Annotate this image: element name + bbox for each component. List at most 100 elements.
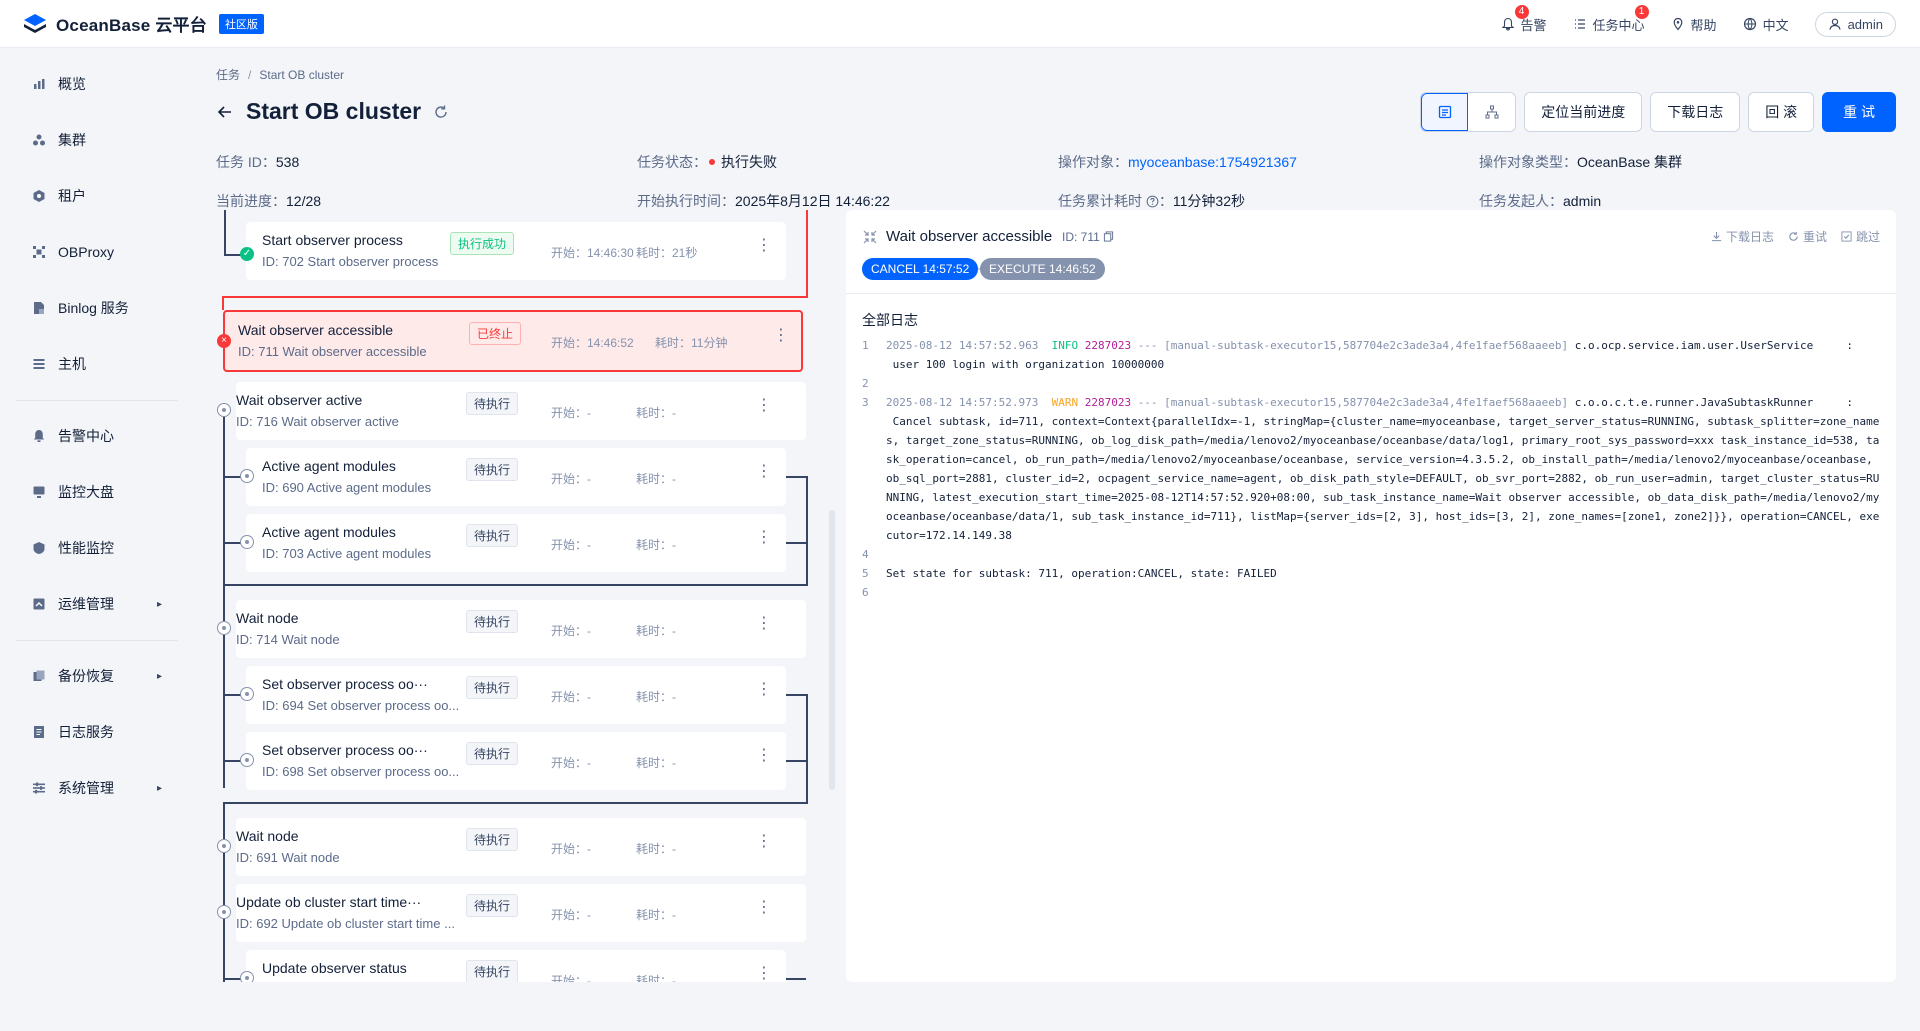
subtask-name: Wait node: [236, 828, 299, 844]
subtask-card[interactable]: Wait observer active ID: 716 Wait observ…: [236, 382, 806, 440]
question-circle-icon[interactable]: [1146, 195, 1159, 208]
copy-icon[interactable]: [1103, 231, 1114, 242]
refresh-icon[interactable]: [433, 104, 449, 120]
subtask-start: 开始：14:46:30: [551, 246, 634, 260]
subtask-cost: 耗时：-: [636, 690, 676, 704]
subtask-id: ID: 692 Update ob cluster start time ...: [236, 916, 455, 931]
line-number: 1: [862, 339, 869, 352]
sidebar-item-host[interactable]: 主机: [32, 352, 162, 376]
sidebar-item-tenant[interactable]: 租户: [32, 184, 162, 208]
more-vertical-icon[interactable]: ⋮: [756, 616, 772, 632]
status-badge: 已终止: [469, 322, 522, 345]
subtask-id: ID: 711 Wait observer accessible: [238, 344, 427, 359]
more-vertical-icon[interactable]: ⋮: [756, 900, 772, 916]
subtask-card[interactable]: Wait node ID: 691 Wait node 待执行 开始：- 耗时：…: [236, 818, 806, 876]
connector-line: [786, 760, 806, 762]
sidebar-item-system[interactable]: 系统管理 ▸: [32, 776, 162, 800]
task-center-menu[interactable]: 1 任务中心: [1573, 4, 1649, 34]
subtask-card[interactable]: Set observer process oo··· ID: 694 Set o…: [246, 666, 786, 724]
pending-node-icon: [217, 621, 231, 635]
field-label: 操作对象类型：: [1479, 154, 1577, 170]
sidebar-item-log-service[interactable]: 日志服务: [32, 720, 162, 744]
arrow-left-icon[interactable]: [216, 103, 234, 121]
more-vertical-icon[interactable]: ⋮: [756, 464, 772, 480]
sidebar-item-binlog[interactable]: Binlog 服务: [32, 296, 162, 320]
alerts-menu[interactable]: 4 告警: [1501, 4, 1547, 34]
sidebar-item-alert-center[interactable]: 告警中心: [32, 424, 162, 448]
backup-icon: [33, 670, 45, 681]
subtask-id: ID: 703 Active agent modules: [262, 546, 432, 561]
download-log-button[interactable]: 下载日志: [1650, 92, 1741, 132]
rollback-button[interactable]: 回 滚: [1748, 92, 1815, 132]
connector-line: [223, 802, 225, 982]
list-view-toggle[interactable]: [1421, 93, 1469, 131]
more-vertical-icon[interactable]: ⋮: [756, 530, 772, 546]
subtask-card[interactable]: Active agent modules ID: 703 Active agen…: [246, 514, 786, 572]
log-line: 2: [862, 374, 1882, 393]
brand-logo[interactable]: OceanBase 云平台 社区版: [22, 11, 264, 36]
subtask-name: Start observer process: [262, 232, 403, 248]
subtask-card[interactable]: Update observer status 待执行 开始：- 耗时：- ⋮: [246, 950, 786, 982]
line-number: 5: [862, 567, 869, 580]
subtask-name: Wait observer active: [236, 392, 363, 408]
execute-execution-pill[interactable]: EXECUTE 14:46:52: [980, 258, 1105, 280]
subtask-detail-panel: Wait observer accessible ID: 711 下载日志 重试…: [846, 210, 1896, 982]
subtask-name: Update ob cluster start time···: [236, 894, 422, 910]
connector-line-failed: [222, 296, 224, 310]
log-thread: --- [manual-subtask-executor15,587704e2c…: [1137, 339, 1569, 352]
retry-button[interactable]: 重 试: [1822, 92, 1896, 132]
subtask-card[interactable]: Active agent modules ID: 690 Active agen…: [246, 448, 786, 506]
subtask-cost: 耗时：-: [636, 472, 676, 486]
help-menu[interactable]: 帮助: [1671, 15, 1717, 34]
subtask-name: Active agent modules: [262, 458, 396, 474]
sidebar-item-performance[interactable]: 性能监控: [32, 536, 162, 560]
connector-line-failed: [806, 210, 808, 296]
detail-skip[interactable]: 跳过: [1841, 228, 1880, 245]
sidebar-item-overview[interactable]: 概览: [32, 72, 162, 96]
more-vertical-icon[interactable]: ⋮: [756, 748, 772, 764]
subtask-card-selected[interactable]: Wait observer accessible ID: 711 Wait ob…: [223, 310, 803, 372]
log-viewer[interactable]: 1 2025-08-12 14:57:52.963 INFO 2287023 -…: [862, 336, 1882, 602]
more-vertical-icon[interactable]: ⋮: [756, 834, 772, 850]
more-vertical-icon[interactable]: ⋮: [756, 966, 772, 982]
user-menu[interactable]: admin: [1814, 11, 1896, 37]
language-switch[interactable]: 中文: [1743, 15, 1789, 34]
log-thread: --- [manual-subtask-executor15,587704e2c…: [1137, 396, 1569, 409]
target-link[interactable]: myoceanbase:1754921367: [1128, 154, 1297, 170]
sidebar-item-monitor-dashboard[interactable]: 监控大盘: [32, 480, 162, 504]
pending-node-icon: [217, 403, 231, 417]
progress-field: 当前进度：12/28: [216, 191, 321, 211]
sidebar-item-ops[interactable]: 运维管理 ▸: [32, 592, 162, 616]
sidebar-item-cluster[interactable]: 集群: [32, 128, 162, 152]
sidebar-item-backup[interactable]: 备份恢复 ▸: [32, 664, 162, 688]
proxy-icon: [33, 246, 45, 258]
subtask-card[interactable]: Set observer process oo··· ID: 698 Set o…: [246, 732, 786, 790]
subtask-cost: 耗时：-: [636, 974, 676, 982]
locate-progress-button[interactable]: 定位当前进度: [1524, 92, 1643, 132]
more-vertical-icon[interactable]: ⋮: [756, 398, 772, 414]
status-badge: 待执行: [466, 960, 519, 982]
location-pin-icon: [1673, 17, 1682, 31]
more-vertical-icon[interactable]: ⋮: [756, 682, 772, 698]
action-bar: 定位当前进度 下载日志 回 滚 重 试: [1420, 92, 1896, 132]
subtask-list-scrollbar[interactable]: [829, 510, 835, 790]
collapse-icon[interactable]: [862, 229, 878, 245]
pending-node-icon: [240, 971, 254, 982]
connector-line: [223, 584, 808, 586]
log-line: 5 Set state for subtask: 711, operation:…: [862, 564, 1882, 583]
more-vertical-icon[interactable]: ⋮: [773, 328, 789, 344]
subtask-cost: 耗时：-: [636, 624, 676, 638]
subtask-card[interactable]: Update ob cluster start time··· ID: 692 …: [236, 884, 806, 942]
detail-retry[interactable]: 重试: [1788, 228, 1827, 245]
breadcrumb-root-link[interactable]: 任务: [216, 68, 240, 82]
tree-view-toggle[interactable]: [1468, 93, 1515, 131]
sidebar-item-obproxy[interactable]: OBProxy: [32, 240, 162, 264]
detail-download-log[interactable]: 下载日志: [1711, 228, 1774, 245]
view-toggle: [1420, 92, 1517, 132]
subtask-card[interactable]: Wait node ID: 714 Wait node 待执行 开始：- 耗时：…: [236, 600, 806, 658]
subtask-card[interactable]: Start observer process ID: 702 Start obs…: [246, 222, 786, 280]
more-vertical-icon[interactable]: ⋮: [756, 238, 772, 254]
status-badge: 执行成功: [450, 232, 515, 255]
sidebar-item-label: 监控大盘: [58, 484, 114, 500]
cancel-execution-pill[interactable]: CANCEL 14:57:52: [862, 258, 979, 280]
